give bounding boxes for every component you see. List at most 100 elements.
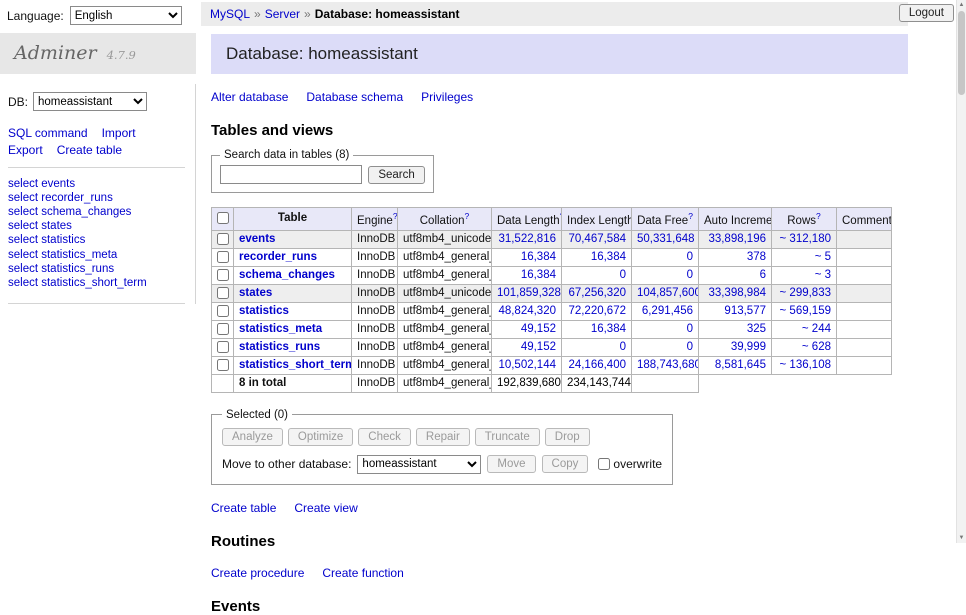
table-name-link[interactable]: recorder_runs [239, 251, 317, 263]
column-help-link[interactable]: ? [393, 215, 398, 227]
index-length-link[interactable]: 67,256,320 [568, 287, 626, 299]
data-length-link[interactable]: 31,522,816 [498, 233, 556, 245]
truncate-button[interactable]: Truncate [475, 428, 540, 446]
sidebar-select-link[interactable]: select schema_changes [8, 206, 185, 219]
row-checkbox[interactable] [217, 287, 229, 299]
index-length-link[interactable]: 0 [620, 341, 626, 353]
optimize-button[interactable]: Optimize [288, 428, 353, 446]
sidebar-action-link[interactable]: Export [8, 143, 43, 157]
scrollbar-up-arrow-icon[interactable]: ▲ [957, 0, 966, 10]
rows-link[interactable]: ~ 3 [815, 269, 831, 281]
table-name-link[interactable]: statistics_runs [239, 341, 320, 353]
data-length-link[interactable]: 101,859,328 [497, 287, 561, 299]
rows-link[interactable]: ~ 628 [802, 341, 831, 353]
auto-increment-link[interactable]: 8,581,645 [715, 359, 766, 371]
db-action-link[interactable]: Privileges [421, 90, 473, 104]
table-name-link[interactable]: statistics [239, 305, 289, 317]
copy-button[interactable]: Copy [542, 455, 589, 473]
data-free-link[interactable]: 0 [687, 251, 693, 263]
data-free-link[interactable]: 0 [687, 269, 693, 281]
data-free-link[interactable]: 6,291,456 [642, 305, 693, 317]
sidebar-select-link[interactable]: select statistics [8, 234, 185, 247]
index-length-link[interactable]: 0 [620, 269, 626, 281]
index-length-link[interactable]: 16,384 [591, 251, 626, 263]
sidebar-action-link[interactable]: Create table [57, 143, 122, 157]
table-name-link[interactable]: statistics_meta [239, 323, 322, 335]
auto-increment-link[interactable]: 913,577 [724, 305, 766, 317]
rows-link[interactable]: ~ 136,108 [780, 359, 831, 371]
language-select[interactable]: English [70, 6, 182, 25]
auto-increment-link[interactable]: 325 [747, 323, 766, 335]
data-length-link[interactable]: 49,152 [521, 341, 556, 353]
routine-link[interactable]: Create procedure [211, 566, 304, 580]
data-free-link[interactable]: 104,857,600 [637, 287, 699, 299]
rows-link[interactable]: ~ 569,159 [780, 305, 831, 317]
data-free-link[interactable]: 0 [687, 323, 693, 335]
create-link[interactable]: Create table [211, 501, 276, 515]
adminer-logo-link[interactable]: Adminer [14, 42, 97, 64]
db-action-link[interactable]: Alter database [211, 90, 288, 104]
vertical-scrollbar[interactable]: ▲ ▼ [956, 0, 966, 543]
table-name-link[interactable]: statistics_short_term [239, 359, 352, 371]
scrollbar-down-arrow-icon[interactable]: ▼ [957, 533, 966, 543]
index-length-link[interactable]: 24,166,400 [568, 359, 626, 371]
search-button[interactable]: Search [368, 166, 424, 184]
index-length-link[interactable]: 72,220,672 [568, 305, 626, 317]
sidebar-select-link[interactable]: select statistics_runs [8, 263, 185, 276]
sidebar-action-link[interactable]: Import [102, 126, 136, 140]
sidebar-select-link[interactable]: select recorder_runs [8, 192, 185, 205]
db-select[interactable]: homeassistant [33, 92, 147, 111]
search-input[interactable] [220, 165, 362, 184]
data-free-link[interactable]: 0 [687, 341, 693, 353]
data-free-link[interactable]: 188,743,680 [637, 359, 699, 371]
auto-increment-link[interactable]: 33,398,984 [708, 287, 766, 299]
logout-button[interactable]: Logout [899, 4, 954, 22]
index-length-link[interactable]: 70,467,584 [568, 233, 626, 245]
index-length-link[interactable]: 16,384 [591, 323, 626, 335]
data-length-link[interactable]: 16,384 [521, 269, 556, 281]
rows-link[interactable]: ~ 299,833 [780, 287, 831, 299]
auto-increment-link[interactable]: 6 [760, 269, 766, 281]
overwrite-checkbox[interactable] [598, 458, 610, 470]
sidebar-select-link[interactable]: select statistics_meta [8, 249, 185, 262]
sidebar-select-link[interactable]: select states [8, 220, 185, 233]
analyze-button[interactable]: Analyze [222, 428, 283, 446]
table-name-link[interactable]: schema_changes [239, 269, 335, 281]
sidebar-action-link[interactable]: SQL command [8, 126, 88, 140]
breadcrumb-link[interactable]: MySQL [210, 7, 250, 21]
row-checkbox[interactable] [217, 323, 229, 335]
auto-increment-link[interactable]: 378 [747, 251, 766, 263]
sidebar-select-link[interactable]: select statistics_short_term [8, 277, 185, 290]
move-button[interactable]: Move [487, 455, 535, 473]
data-length-link[interactable]: 49,152 [521, 323, 556, 335]
data-length-link[interactable]: 48,824,320 [498, 305, 556, 317]
row-checkbox[interactable] [217, 341, 229, 353]
move-db-select[interactable]: homeassistant [357, 455, 481, 474]
column-help-link[interactable]: ? [465, 215, 470, 227]
rows-link[interactable]: ~ 5 [815, 251, 831, 263]
rows-link[interactable]: ~ 312,180 [780, 233, 831, 245]
rows-link[interactable]: ~ 244 [802, 323, 831, 335]
breadcrumb-link[interactable]: Server [265, 7, 300, 21]
table-name-link[interactable]: states [239, 287, 272, 299]
routine-link[interactable]: Create function [322, 566, 403, 580]
check-button[interactable]: Check [358, 428, 411, 446]
column-help-link[interactable]: ? [688, 215, 693, 227]
data-length-link[interactable]: 16,384 [521, 251, 556, 263]
create-link[interactable]: Create view [294, 501, 357, 515]
row-checkbox[interactable] [217, 359, 229, 371]
row-checkbox[interactable] [217, 269, 229, 281]
data-length-link[interactable]: 10,502,144 [498, 359, 556, 371]
auto-increment-link[interactable]: 33,898,196 [708, 233, 766, 245]
row-checkbox[interactable] [217, 305, 229, 317]
repair-button[interactable]: Repair [416, 428, 470, 446]
auto-increment-link[interactable]: 39,999 [731, 341, 766, 353]
column-help-link[interactable]: ? [816, 215, 821, 227]
db-action-link[interactable]: Database schema [306, 90, 403, 104]
select-all-checkbox[interactable] [217, 212, 229, 224]
row-checkbox[interactable] [217, 251, 229, 263]
row-checkbox[interactable] [217, 233, 229, 245]
sidebar-select-link[interactable]: select events [8, 178, 185, 191]
table-name-link[interactable]: events [239, 233, 275, 245]
drop-button[interactable]: Drop [545, 428, 590, 446]
